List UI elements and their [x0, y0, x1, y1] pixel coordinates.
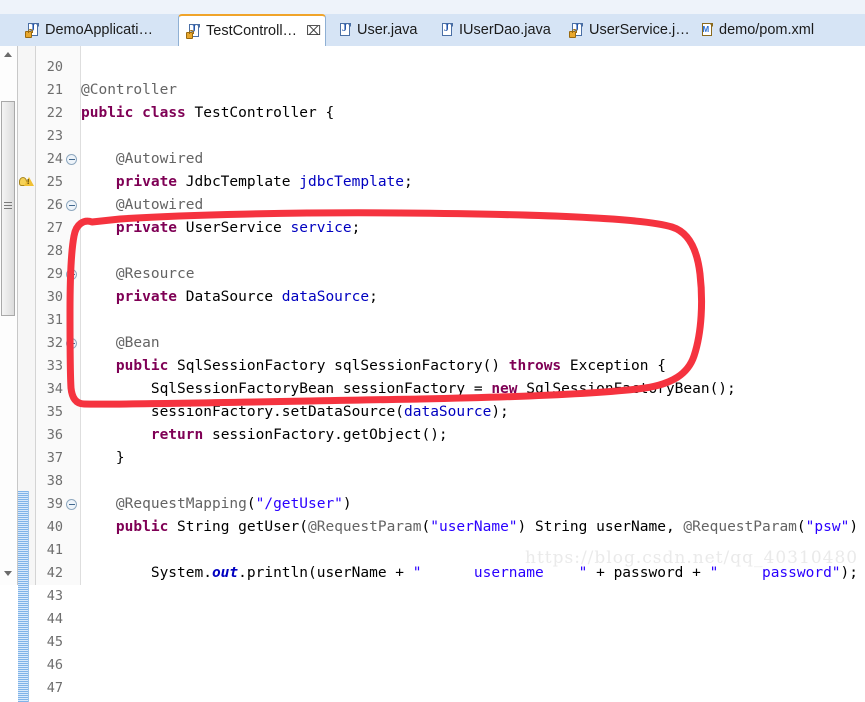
editor-marker-gutter[interactable] [18, 46, 36, 702]
java-file-icon-plain: J [338, 22, 352, 38]
editor-tab-3[interactable]: J IUserDao.java [432, 14, 560, 46]
line-number: 39 [46, 496, 63, 512]
code-line[interactable]: public String getUser(@RequestParam("use… [81, 516, 865, 539]
editor-tab-2[interactable]: J User.java [330, 14, 430, 46]
code-line[interactable]: @Bean [81, 332, 160, 355]
line-number: 30 [46, 289, 63, 305]
tab-bar-top-strip [0, 0, 865, 14]
scroll-down-arrow-icon[interactable] [4, 571, 12, 576]
fold-collapse-icon[interactable] [66, 200, 77, 211]
code-line[interactable]: @Resource [81, 263, 195, 286]
fold-collapse-icon[interactable] [66, 269, 77, 280]
scroll-up-arrow-icon[interactable] [4, 52, 12, 57]
line-number: 44 [46, 611, 63, 627]
line-number: 23 [46, 128, 63, 144]
line-number: 27 [46, 220, 63, 236]
code-line[interactable]: } [81, 447, 125, 470]
line-number: 42 [46, 565, 63, 581]
java-file-icon: J [25, 22, 40, 38]
editor-tab-label: TestControll… [206, 23, 298, 39]
editor-tab-1[interactable]: J TestControll… ⌧ [178, 14, 326, 46]
editor-tab-label: demo/pom.xml [719, 22, 815, 38]
code-line[interactable]: @Controller [81, 79, 177, 102]
line-number: 41 [46, 542, 63, 558]
line-number: 38 [46, 473, 63, 489]
line-number: 24 [46, 151, 63, 167]
line-number: 31 [46, 312, 63, 328]
maven-file-icon: M [700, 22, 714, 38]
fold-collapse-icon[interactable] [66, 154, 77, 165]
line-number: 36 [46, 427, 63, 443]
java-file-icon: J [186, 23, 201, 39]
editor-tab-label: DemoApplicati… [45, 22, 153, 38]
code-line[interactable]: @Autowired [81, 194, 203, 217]
editor-tab-0[interactable]: J DemoApplicati… [18, 14, 178, 46]
code-line[interactable]: @Autowired [81, 148, 203, 171]
line-number: 26 [46, 197, 63, 213]
line-number: 35 [46, 404, 63, 420]
code-line[interactable]: sessionFactory.setDataSource(dataSource)… [81, 401, 509, 424]
code-line[interactable]: private UserService service; [81, 217, 360, 240]
close-icon[interactable]: ⌧ [306, 24, 321, 39]
left-overview-scrollbar[interactable] [0, 46, 18, 585]
code-editor-area[interactable]: @Controller public class TestController {… [81, 46, 865, 585]
line-number: 32 [46, 335, 63, 351]
code-line[interactable]: public class TestController { [81, 102, 334, 125]
line-number: 33 [46, 358, 63, 374]
editor-tab-label: IUserDao.java [459, 22, 551, 38]
code-line[interactable]: private JdbcTemplate jdbcTemplate; [81, 171, 413, 194]
code-line[interactable]: SqlSessionFactoryBean sessionFactory = n… [81, 378, 736, 401]
line-number: 28 [46, 243, 63, 259]
scrollbar-grip-icon [4, 202, 12, 209]
csdn-watermark: https://blog.csdn.net/qq_40310480 [525, 548, 859, 568]
code-line[interactable]: return sessionFactory.getObject(); [81, 424, 448, 447]
line-number: 25 [46, 174, 63, 190]
line-number: 46 [46, 657, 63, 673]
line-number: 34 [46, 381, 63, 397]
line-number: 43 [46, 588, 63, 604]
code-line[interactable]: private DataSource dataSource; [81, 286, 378, 309]
editor-tab-5[interactable]: Mdemo/pom.xml [692, 14, 857, 46]
java-file-icon: J [569, 22, 584, 38]
line-number: 47 [46, 680, 63, 696]
editor-tab-label: UserService.j… [589, 22, 690, 38]
warning-marker-icon[interactable] [19, 175, 34, 189]
line-number: 21 [46, 82, 63, 98]
editor-tab-bar: J DemoApplicati… J TestControll… ⌧ J User.java… [0, 0, 865, 46]
editor-tab-4[interactable]: J UserService.j… [562, 14, 690, 46]
change-bar [18, 491, 29, 702]
line-number: 40 [46, 519, 63, 535]
line-number-ruler: 20 21 22 23 24 25 26 27 28 29 30 31 32 33 34 35 36 37 38 39… [36, 46, 81, 696]
editor-tab-label: User.java [357, 22, 418, 38]
fold-collapse-icon[interactable] [66, 499, 77, 510]
line-number: 45 [46, 634, 63, 650]
java-file-icon-plain: J [440, 22, 454, 38]
code-line[interactable]: public SqlSessionFactory sqlSessionFacto… [81, 355, 666, 378]
line-number: 22 [46, 105, 63, 121]
line-number: 37 [46, 450, 63, 466]
line-number: 29 [46, 266, 63, 282]
line-number: 20 [46, 59, 63, 75]
code-line[interactable]: @RequestMapping("/getUser") [81, 493, 352, 516]
fold-collapse-icon[interactable] [66, 338, 77, 349]
